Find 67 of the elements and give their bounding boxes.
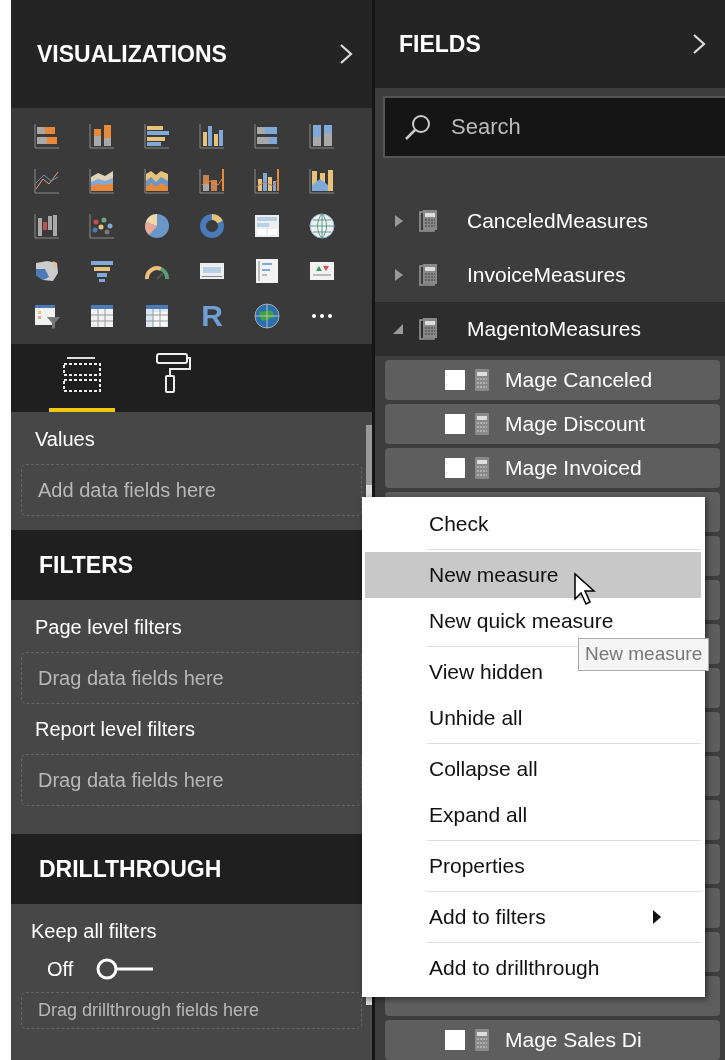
stacked-column-chart-icon[interactable] bbox=[88, 122, 116, 150]
toggle-state: Off bbox=[47, 957, 74, 982]
matrix-icon[interactable] bbox=[143, 302, 171, 330]
expand-caret-icon[interactable] bbox=[393, 268, 405, 282]
calculator-icon bbox=[419, 209, 439, 233]
table-row[interactable]: MagentoMeasures bbox=[375, 302, 725, 356]
search-field[interactable]: Search bbox=[383, 96, 725, 158]
checkbox[interactable] bbox=[445, 1030, 465, 1050]
pointer-cursor-icon bbox=[573, 572, 597, 606]
slicer-icon[interactable] bbox=[33, 302, 61, 330]
percent-bar-chart-icon[interactable] bbox=[253, 122, 281, 150]
menu-item[interactable]: Unhide all bbox=[365, 695, 701, 741]
paint-roller-icon bbox=[155, 352, 191, 394]
area-chart-icon[interactable] bbox=[88, 167, 116, 195]
collapse-caret-icon[interactable] bbox=[393, 322, 405, 336]
line-chart-icon[interactable] bbox=[33, 167, 61, 195]
chevron-right-icon[interactable] bbox=[338, 43, 354, 65]
line-clustered-column-chart-icon[interactable] bbox=[253, 167, 281, 195]
pie-chart-icon[interactable] bbox=[143, 212, 171, 240]
toggle-switch[interactable] bbox=[95, 956, 156, 982]
calculator-icon bbox=[475, 457, 489, 479]
r-visual-label[interactable]: R bbox=[198, 302, 226, 330]
menu-item[interactable]: New measure bbox=[365, 552, 701, 598]
checkbox[interactable] bbox=[445, 370, 465, 390]
stacked-area-chart-icon[interactable] bbox=[143, 167, 171, 195]
multi-row-card-icon[interactable] bbox=[253, 257, 281, 285]
table-name: MagentoMeasures bbox=[467, 316, 641, 343]
calculator-icon bbox=[475, 369, 489, 391]
checkbox[interactable] bbox=[445, 414, 465, 434]
well-label: Values bbox=[34, 427, 96, 452]
table-icon[interactable] bbox=[88, 302, 116, 330]
filter-label: Report level filters bbox=[34, 717, 197, 742]
menu-item[interactable]: Collapse all bbox=[365, 746, 701, 792]
calculator-icon bbox=[419, 263, 439, 287]
checkbox[interactable] bbox=[445, 458, 465, 478]
waterfall-chart-icon[interactable] bbox=[33, 212, 61, 240]
table-name: CanceledMeasures bbox=[467, 208, 648, 235]
fields-well-icon bbox=[61, 356, 103, 394]
calculator-icon bbox=[475, 413, 489, 435]
calculator-icon bbox=[419, 317, 439, 341]
drop-zone[interactable]: Drag drillthrough fields here bbox=[21, 992, 362, 1029]
clustered-column-chart-icon[interactable] bbox=[198, 122, 226, 150]
percent-column-chart-icon[interactable] bbox=[308, 122, 336, 150]
toggle-label: Keep all filters bbox=[30, 919, 158, 944]
globe-icon[interactable] bbox=[308, 212, 336, 240]
table-row[interactable]: CanceledMeasures bbox=[375, 194, 725, 248]
scatter-chart-icon[interactable] bbox=[88, 212, 116, 240]
stacked-bar-chart-icon[interactable] bbox=[33, 122, 61, 150]
expand-caret-icon[interactable] bbox=[393, 214, 405, 228]
calculator-icon bbox=[475, 1029, 489, 1051]
drop-zone[interactable]: Drag data fields here bbox=[21, 652, 362, 704]
drop-zone[interactable]: Drag data fields here bbox=[21, 754, 362, 806]
clustered-bar-chart-icon[interactable] bbox=[143, 122, 171, 150]
panel-title: FIELDS bbox=[399, 29, 481, 59]
menu-item[interactable]: Add to drillthrough bbox=[365, 945, 701, 991]
globe-map-icon[interactable] bbox=[253, 302, 281, 330]
tooltip: New measure bbox=[578, 638, 710, 671]
line-column-chart-icon[interactable] bbox=[198, 167, 226, 195]
panel-title: VISUALIZATIONS bbox=[37, 39, 227, 69]
drop-zone[interactable]: Add data fields here bbox=[21, 464, 362, 516]
ribbon-chart-icon[interactable] bbox=[308, 167, 336, 195]
table-name: InvoiceMeasures bbox=[467, 262, 626, 289]
donut-chart-icon[interactable] bbox=[198, 212, 226, 240]
chevron-right-icon[interactable] bbox=[691, 33, 707, 55]
treemap-icon[interactable] bbox=[253, 212, 281, 240]
filter-label: Page level filters bbox=[34, 615, 183, 640]
table-row[interactable]: InvoiceMeasures bbox=[375, 248, 725, 302]
